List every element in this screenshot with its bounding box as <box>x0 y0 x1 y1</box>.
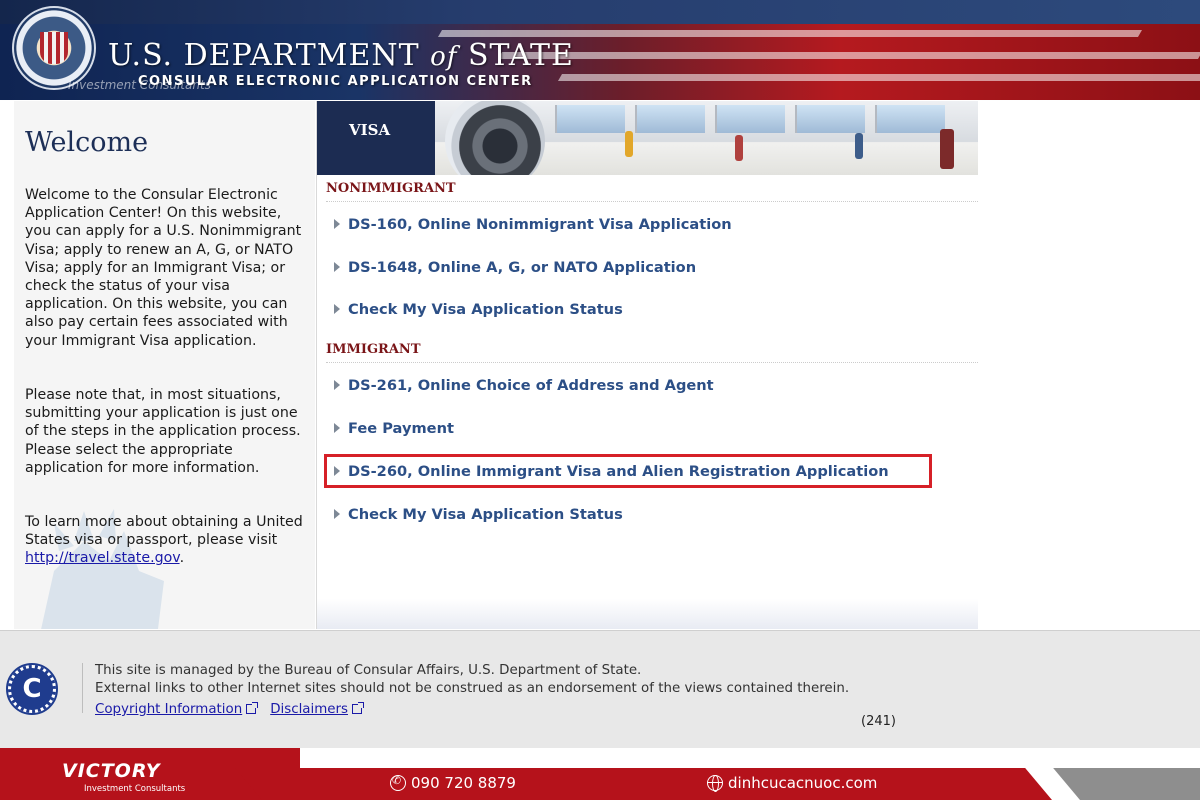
immigrant-heading: IMMIGRANT <box>326 342 978 363</box>
welcome-paragraph: Welcome to the Consular Electronic Appli… <box>25 187 302 349</box>
airport-window <box>715 105 785 133</box>
site-header: U.S. DEPARTMENT of STATE CONSULAR ELECTR… <box>0 0 1200 100</box>
page-counter: (241) <box>861 714 896 729</box>
flag-stripe <box>557 74 1200 81</box>
traveler-figure <box>855 133 863 159</box>
traveler-figure <box>940 129 954 169</box>
copyright-information-link[interactable]: Copyright Information <box>95 702 259 717</box>
arrow-right-icon <box>334 509 340 519</box>
footer-external-links-notice: External links to other Internet sites s… <box>95 681 850 696</box>
traveler-figure <box>625 131 633 157</box>
footer-managed-by: This site is managed by the Bureau of Co… <box>95 663 642 678</box>
phone-icon <box>390 774 406 791</box>
arrow-right-icon <box>334 262 340 272</box>
arrow-right-icon <box>334 219 340 229</box>
ds261-link-label[interactable]: DS-261, Online Choice of Address and Age… <box>348 377 714 394</box>
fee-payment-link-label[interactable]: Fee Payment <box>348 420 454 437</box>
copyright-link-label[interactable]: Copyright Information <box>95 702 242 717</box>
header-top-band <box>0 0 1200 24</box>
site-footer: C This site is managed by the Bureau of … <box>0 630 1200 748</box>
visa-label-box: VISA <box>317 101 435 175</box>
learn-more-text: To learn more about obtaining a United S… <box>25 514 303 549</box>
globe-icon <box>707 775 723 792</box>
visa-banner: VISA <box>317 101 978 175</box>
flag-stripe <box>437 30 1143 37</box>
ds160-link[interactable]: DS-160, Online Nonimmigrant Visa Applica… <box>334 212 732 236</box>
welcome-sidebar: Welcome Welcome to the Consular Electron… <box>14 101 315 629</box>
consular-c-logo-icon: C <box>6 663 58 715</box>
promo-phone: 090 720 8879 <box>390 774 516 792</box>
immigrant-status-link-label[interactable]: Check My Visa Application Status <box>348 506 623 523</box>
travel-state-gov-link[interactable]: http://travel.state.gov <box>25 550 180 566</box>
promo-grey-band <box>1053 768 1200 800</box>
title-suffix: STATE <box>468 38 574 73</box>
footer-links: Copyright Information Disclaimers <box>95 698 376 717</box>
promo-website-text: dinhcucacnuoc.com <box>728 774 878 792</box>
visa-label: VISA <box>349 121 391 139</box>
external-link-icon <box>246 702 259 714</box>
ds260-link[interactable]: DS-260, Online Immigrant Visa and Alien … <box>334 459 889 483</box>
welcome-title: Welcome <box>25 127 149 158</box>
airport-window <box>635 105 705 133</box>
ds260-link-label[interactable]: DS-260, Online Immigrant Visa and Alien … <box>348 463 889 480</box>
title-prefix: U.S. DEPARTMENT <box>108 38 420 73</box>
immigrant-status-link[interactable]: Check My Visa Application Status <box>334 502 623 526</box>
victory-logo: VICTORY <box>62 760 161 782</box>
ds261-link[interactable]: DS-261, Online Choice of Address and Age… <box>334 373 714 397</box>
disclaimers-link-label[interactable]: Disclaimers <box>270 702 348 717</box>
arrow-right-icon <box>334 304 340 314</box>
jet-engine-icon <box>445 101 545 175</box>
flag-stripe <box>497 52 1200 59</box>
fee-payment-link[interactable]: Fee Payment <box>334 416 454 440</box>
learn-more-period: . <box>179 550 185 567</box>
traveler-figure <box>735 135 743 161</box>
arrow-right-icon <box>334 423 340 433</box>
main-bottom-fade <box>317 599 978 629</box>
disclaimers-link[interactable]: Disclaimers <box>270 702 364 717</box>
airport-photo <box>435 101 978 175</box>
title-of: of <box>430 42 458 72</box>
external-link-icon <box>351 702 364 714</box>
seal-shield-icon <box>40 32 68 64</box>
nonimmigrant-status-link-label[interactable]: Check My Visa Application Status <box>348 301 623 318</box>
airport-window <box>795 105 865 133</box>
promo-bar: VICTORY Investment Consultants 090 720 8… <box>0 748 1200 800</box>
promo-red-band <box>235 768 1053 800</box>
promo-phone-number: 090 720 8879 <box>411 774 516 792</box>
promo-website: dinhcucacnuoc.com <box>707 774 877 792</box>
watermark-text: Investment Consultants <box>68 78 211 92</box>
victory-tagline: Investment Consultants <box>84 784 186 794</box>
department-title: U.S. DEPARTMENT of STATE <box>108 38 574 73</box>
learn-more-paragraph: To learn more about obtaining a United S… <box>25 513 310 568</box>
ds160-link-label[interactable]: DS-160, Online Nonimmigrant Visa Applica… <box>348 216 732 233</box>
ds1648-link-label[interactable]: DS-1648, Online A, G, or NATO Applicatio… <box>348 259 696 276</box>
arrow-right-icon <box>334 466 340 476</box>
nonimmigrant-heading: NONIMMIGRANT <box>326 181 978 202</box>
airport-window <box>555 105 625 133</box>
nonimmigrant-status-link[interactable]: Check My Visa Application Status <box>334 297 623 321</box>
note-paragraph: Please note that, in most situations, su… <box>25 387 301 476</box>
footer-divider <box>82 663 83 713</box>
airport-window <box>875 105 945 133</box>
application-menu: VISA NONIMMIGRANT DS-160, Online Nonimmi… <box>316 101 978 629</box>
ds1648-link[interactable]: DS-1648, Online A, G, or NATO Applicatio… <box>334 255 696 279</box>
arrow-right-icon <box>334 380 340 390</box>
